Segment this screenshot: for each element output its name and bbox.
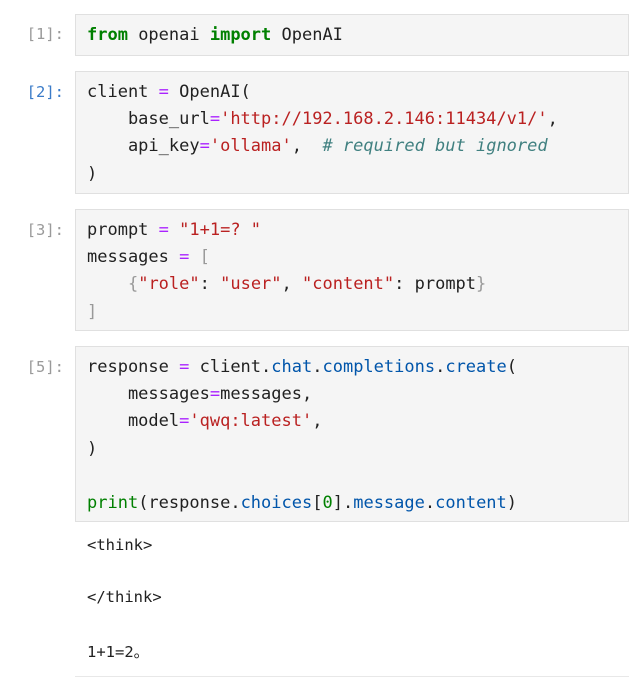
- code-token: =: [209, 109, 221, 129]
- code-line: base_url='http://192.168.2.146:11434/v1/…: [87, 106, 558, 133]
- code-line: response = client.chat.completions.creat…: [87, 354, 517, 381]
- code-token: ,: [547, 109, 558, 129]
- code-line: api_key='ollama', # required but ignored: [87, 133, 548, 160]
- code-token: .: [435, 357, 446, 377]
- code-token: content: [435, 493, 507, 513]
- code-token: client: [189, 357, 262, 377]
- code-token: model: [87, 411, 180, 431]
- execution-count-3: [3]:: [26, 221, 64, 239]
- code-input-5[interactable]: response = client.chat.completions.creat…: [75, 346, 629, 522]
- code-token: messages,: [220, 384, 313, 404]
- code-line: ]: [87, 299, 97, 326]
- code-token: completions: [322, 357, 436, 377]
- code-token: # required but ignored: [322, 136, 548, 156]
- code-token: choices: [240, 493, 313, 513]
- code-token: api_key: [87, 136, 200, 156]
- code-token: ,: [281, 274, 303, 294]
- code-token: [: [199, 247, 210, 267]
- code-token: response: [87, 357, 180, 377]
- code-token: ]: [332, 493, 343, 513]
- code-line: messages = [: [87, 244, 210, 271]
- execution-count-2: [2]:: [26, 83, 64, 101]
- code-input-1[interactable]: from openai import OpenAI: [75, 14, 629, 56]
- code-token: :: [199, 274, 221, 294]
- code-token: (response: [138, 493, 231, 513]
- code-token: .: [424, 493, 436, 513]
- code-token: 'qwq:latest': [189, 411, 313, 431]
- code-token: {: [127, 274, 139, 294]
- code-line: model='qwq:latest',: [87, 408, 323, 435]
- code-token: =: [158, 82, 169, 102]
- code-input-3[interactable]: prompt = "1+1=? " messages = [ {"role": …: [75, 209, 629, 331]
- code-token: ): [87, 439, 98, 459]
- code-token: from: [87, 25, 128, 45]
- code-token: ,: [312, 411, 323, 431]
- code-token: client: [87, 82, 159, 102]
- code-token: 'http://192.168.2.146:11434/v1/': [220, 109, 548, 129]
- code-input-2[interactable]: client = OpenAI( base_url='http://192.16…: [75, 71, 629, 194]
- code-line: ): [87, 161, 97, 188]
- code-token: base_url: [87, 109, 210, 129]
- code-token: messages: [87, 247, 180, 267]
- code-token: =: [179, 247, 190, 267]
- code-token: import: [209, 25, 272, 45]
- code-token: "user": [220, 274, 282, 294]
- code-line: messages=messages,: [87, 381, 312, 408]
- cell-output: <think> </think> 1+1=2。: [75, 522, 629, 677]
- code-token: "1+1=? ": [179, 220, 262, 240]
- code-token: prompt: [87, 220, 159, 240]
- execution-count-5: [5]:: [26, 358, 64, 376]
- code-token: print: [87, 493, 139, 513]
- code-line: print(response.choices[0].message.conten…: [87, 490, 517, 517]
- code-token: openai: [127, 25, 210, 45]
- code-token: "role": [138, 274, 200, 294]
- code-token: message: [353, 493, 425, 513]
- code-token: ,: [291, 136, 323, 156]
- code-token: ): [506, 493, 518, 513]
- code-token: }: [476, 274, 487, 294]
- code-token: 'ollama': [209, 136, 292, 156]
- code-token: =: [179, 411, 190, 431]
- output-line: 1+1=2。: [87, 643, 150, 661]
- code-token: =: [209, 384, 221, 404]
- code-token: =: [179, 357, 190, 377]
- code-token: ]: [87, 302, 98, 322]
- code-token: : prompt: [394, 274, 477, 294]
- code-line: {"role": "user", "content": prompt}: [87, 271, 486, 298]
- code-token: .: [342, 493, 354, 513]
- code-token: =: [158, 220, 169, 240]
- code-line: ): [87, 436, 97, 463]
- code-token: OpenAI: [271, 25, 343, 45]
- code-line: from openai import OpenAI: [87, 22, 343, 49]
- output-line: <think>: [87, 536, 153, 554]
- code-token: .: [312, 357, 323, 377]
- code-token: create: [445, 357, 507, 377]
- code-token: .: [230, 493, 241, 513]
- code-token: 0: [322, 493, 333, 513]
- code-line: prompt = "1+1=? ": [87, 217, 261, 244]
- code-token: messages: [87, 384, 210, 404]
- code-token: .: [261, 357, 272, 377]
- code-line: client = OpenAI(: [87, 79, 251, 106]
- code-token: ): [87, 164, 98, 184]
- code-token: =: [199, 136, 210, 156]
- execution-count-1: [1]:: [26, 25, 64, 43]
- code-token: chat: [271, 357, 313, 377]
- code-token: (: [506, 357, 517, 377]
- code-token: OpenAI(: [168, 82, 251, 102]
- code-token: "content": [302, 274, 395, 294]
- code-token: [: [312, 493, 323, 513]
- output-line: </think>: [87, 588, 162, 606]
